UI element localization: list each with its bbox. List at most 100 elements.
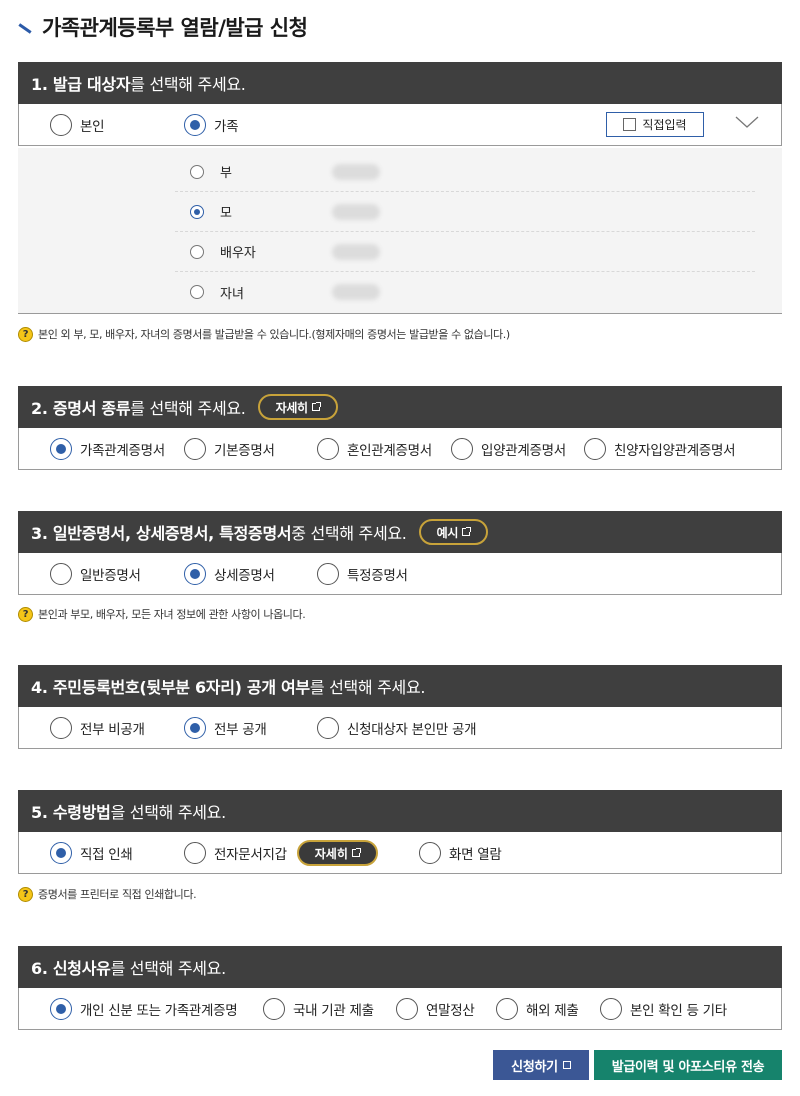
radio-target-only-public[interactable]: 신청대상자 본인만 공개 — [317, 707, 476, 749]
radio-circle[interactable] — [263, 998, 285, 1020]
radio-e-wallet[interactable]: 전자문서지갑 자세히 — [184, 832, 378, 874]
radio-label: 혼인관계증명서 — [347, 443, 432, 459]
notice-receipt-text: 증명서를 프린터로 직접 인쇄합니다. — [38, 888, 197, 901]
section-target-body: 본인 가족 직접입력 — [18, 104, 782, 146]
radio-marriage-cert[interactable]: 혼인관계증명서 — [317, 428, 432, 470]
radio-circle[interactable] — [184, 842, 206, 864]
radio-circle[interactable] — [451, 438, 473, 460]
section-rrn-disclosure-body: 전부 비공개 전부 공개 신청대상자 본인만 공개 — [18, 707, 782, 749]
chevron-down-icon[interactable] — [735, 114, 759, 130]
section-reason-body: 개인 신분 또는 가족관계증명 국내 기관 제출 연말정산 해외 제출 본인 확… — [18, 988, 782, 1030]
radio-circle[interactable] — [50, 998, 72, 1020]
radio-label: 전부 공개 — [214, 722, 267, 738]
radio-detailed-cert[interactable]: 상세증명서 — [184, 553, 275, 595]
checkbox-icon[interactable] — [623, 118, 637, 131]
external-link-icon — [462, 527, 472, 536]
radio-label: 친양자입양관계증명서 — [614, 443, 736, 459]
radio-self-circle[interactable] — [50, 114, 72, 136]
radio-label: 전부 비공개 — [80, 722, 145, 738]
radio-father[interactable] — [190, 164, 204, 179]
radio-other[interactable]: 본인 확인 등 기타 — [600, 988, 727, 1030]
masked-name — [332, 203, 380, 220]
family-row-father[interactable]: 부 — [175, 152, 755, 192]
masked-name — [332, 284, 380, 300]
section-reason: 6. 신청사유 를 선택해 주세요. 개인 신분 또는 가족관계증명 국내 기관 … — [18, 946, 782, 1030]
external-link-icon — [562, 1061, 571, 1069]
radio-family-relation-cert[interactable]: 가족관계증명서 — [50, 428, 165, 470]
radio-child[interactable] — [190, 285, 204, 299]
radio-mother[interactable] — [190, 204, 204, 219]
family-member-panel: 부 모 배우자 자녀 — [18, 148, 782, 314]
radio-circle[interactable] — [396, 998, 418, 1020]
radio-circle[interactable] — [317, 717, 339, 739]
radio-family[interactable]: 가족 — [184, 104, 239, 146]
radio-circle[interactable] — [50, 438, 72, 460]
radio-personal-id[interactable]: 개인 신분 또는 가족관계증명 — [50, 988, 238, 1030]
radio-circle[interactable] — [50, 717, 72, 739]
section-receipt-method-body: 직접 인쇄 전자문서지갑 자세히 화면 열람 — [18, 832, 782, 874]
radio-general-cert[interactable]: 일반증명서 — [50, 553, 141, 595]
details-button[interactable]: 자세히 — [257, 394, 338, 420]
radio-full-adoption-cert[interactable]: 친양자입양관계증명서 — [584, 428, 736, 470]
apply-button[interactable]: 신청하기 — [493, 1050, 589, 1080]
section-reason-header: 6. 신청사유 를 선택해 주세요. — [18, 946, 782, 988]
details-button[interactable]: 자세히 — [296, 840, 378, 866]
section-reason-title-rest: 를 선택해 주세요. — [110, 959, 227, 978]
radio-circle[interactable] — [317, 563, 339, 585]
family-label-spouse: 배우자 — [220, 246, 256, 261]
family-label-mother: 모 — [220, 206, 232, 221]
notice-cert-detail-text: 본인과 부모, 배우자, 모든 자녀 정보에 관한 사항이 나옵니다. — [38, 608, 306, 621]
radio-circle[interactable] — [317, 438, 339, 460]
radio-specific-cert[interactable]: 특정증명서 — [317, 553, 408, 595]
radio-label: 일반증명서 — [80, 568, 141, 584]
section-receipt-method: 5. 수령방법 을 선택해 주세요. 직접 인쇄 전자문서지갑 자세히 화면 열람 — [18, 790, 782, 874]
radio-family-circle[interactable] — [184, 114, 206, 136]
radio-all-private[interactable]: 전부 비공개 — [50, 707, 145, 749]
example-button[interactable]: 예시 — [418, 519, 489, 545]
radio-spouse[interactable] — [190, 244, 204, 259]
radio-overseas[interactable]: 해외 제출 — [496, 988, 579, 1030]
section-receipt-method-header: 5. 수령방법 을 선택해 주세요. — [18, 790, 782, 832]
radio-year-end-tax[interactable]: 연말정산 — [396, 988, 475, 1030]
radio-circle[interactable] — [184, 438, 206, 460]
radio-screen-view[interactable]: 화면 열람 — [419, 832, 502, 874]
radio-basic-cert[interactable]: 기본증명서 — [184, 428, 275, 470]
radio-circle[interactable] — [184, 563, 206, 585]
section-target-title: 1. 발급 대상자 — [31, 75, 131, 94]
radio-self[interactable]: 본인 — [50, 104, 105, 146]
history-apostille-button[interactable]: 발급이력 및 아포스티유 전송 — [594, 1050, 782, 1080]
question-icon: ? — [18, 606, 33, 622]
radio-circle[interactable] — [50, 563, 72, 585]
radio-circle[interactable] — [600, 998, 622, 1020]
radio-all-public[interactable]: 전부 공개 — [184, 707, 267, 749]
family-row-spouse[interactable]: 배우자 — [175, 232, 755, 272]
page-title: 가족관계등록부 열람/발급 신청 — [18, 12, 308, 42]
direct-input-button[interactable]: 직접입력 — [606, 112, 704, 137]
radio-label: 특정증명서 — [347, 568, 408, 584]
section-certificate-type-header: 2. 증명서 종류 를 선택해 주세요. 자세히 — [18, 386, 782, 428]
radio-domestic-agency[interactable]: 국내 기관 제출 — [263, 988, 374, 1030]
section-rrn-disclosure-title: 4. 주민등록번호(뒷부분 6자리) 공개 여부 — [31, 678, 310, 697]
radio-self-label: 본인 — [80, 119, 105, 135]
radio-direct-print[interactable]: 직접 인쇄 — [50, 832, 133, 874]
notice-target-text: 본인 외 부, 모, 배우자, 자녀의 증명서를 발급받을 수 있습니다.(형제… — [38, 328, 510, 341]
notice-receipt: ? 증명서를 프린터로 직접 인쇄합니다. — [18, 886, 197, 902]
section-certificate-type-title: 2. 증명서 종류 — [31, 399, 131, 418]
section-target-header: 1. 발급 대상자 를 선택해 주세요. — [18, 62, 782, 104]
radio-circle[interactable] — [496, 998, 518, 1020]
section-rrn-disclosure: 4. 주민등록번호(뒷부분 6자리) 공개 여부 를 선택해 주세요. 전부 비공… — [18, 665, 782, 749]
family-label-father: 부 — [220, 166, 232, 181]
direct-input-label: 직접입력 — [642, 118, 687, 132]
radio-circle[interactable] — [184, 717, 206, 739]
family-row-child[interactable]: 자녀 — [175, 272, 755, 312]
section-target-title-rest: 를 선택해 주세요. — [130, 75, 246, 94]
section-cert-detail-title: 3. 일반증명서, 상세증명서, 특정증명서 — [31, 524, 292, 543]
masked-name — [332, 163, 380, 180]
radio-circle[interactable] — [419, 842, 441, 864]
history-apostille-button-label: 발급이력 및 아포스티유 전송 — [611, 1059, 765, 1075]
radio-adoption-cert[interactable]: 입양관계증명서 — [451, 428, 566, 470]
radio-circle[interactable] — [584, 438, 606, 460]
family-row-mother[interactable]: 모 — [175, 192, 755, 232]
radio-circle[interactable] — [50, 842, 72, 864]
radio-label: 연말정산 — [426, 1003, 475, 1019]
